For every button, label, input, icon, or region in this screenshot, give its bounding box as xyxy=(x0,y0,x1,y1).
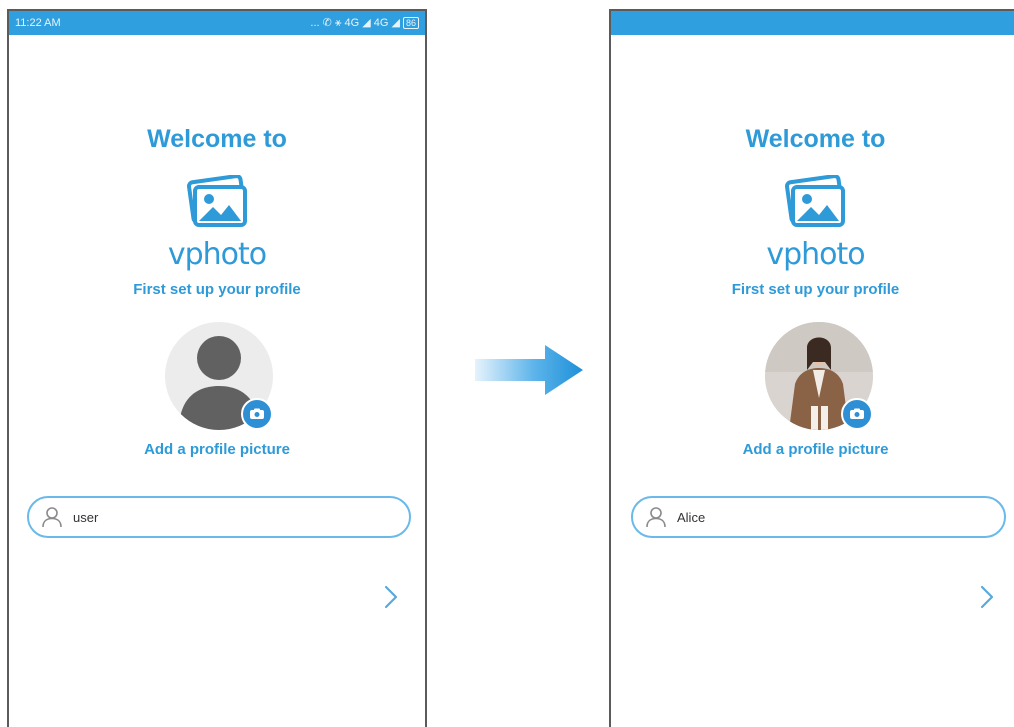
setup-subtitle: First set up your profile xyxy=(133,281,301,298)
avatar-placeholder[interactable] xyxy=(165,322,273,430)
next-button[interactable] xyxy=(381,583,401,611)
brand-wordmark: vphoto xyxy=(766,237,865,272)
chevron-right-icon xyxy=(980,585,994,609)
setup-subtitle: First set up your profile xyxy=(731,281,900,298)
camera-button[interactable] xyxy=(241,398,273,430)
status-bar xyxy=(611,11,1014,35)
brand-wordmark: vphoto xyxy=(167,237,267,272)
welcome-heading: Welcome to xyxy=(745,125,886,153)
status-icons: ... ✆ ⚹ 4G ◢ 4G ◢ 86 xyxy=(310,16,419,30)
camera-button[interactable] xyxy=(841,398,873,430)
user-icon xyxy=(42,507,62,528)
status-time: 11:22 AM xyxy=(15,17,61,29)
photos-logo-icon xyxy=(784,175,846,227)
welcome-heading: Welcome to xyxy=(147,125,287,153)
username-field[interactable] xyxy=(631,496,1006,538)
phone-screen-before: 11:22 AM ... ✆ ⚹ 4G ◢ 4G ◢ 86 Welcome to… xyxy=(7,9,427,727)
arrow-right-icon xyxy=(475,345,583,395)
phone-screen-after: Welcome to vphoto First set up your prof… xyxy=(609,9,1014,727)
status-bar: 11:22 AM ... ✆ ⚹ 4G ◢ 4G ◢ 86 xyxy=(9,11,425,35)
signal-indicators: ... ✆ ⚹ 4G ◢ 4G ◢ xyxy=(310,17,400,29)
add-profile-picture-link[interactable]: Add a profile picture xyxy=(9,441,425,458)
username-input[interactable] xyxy=(73,509,353,525)
username-field[interactable] xyxy=(27,496,411,538)
username-input[interactable] xyxy=(677,509,957,525)
avatar-photo[interactable] xyxy=(765,322,873,430)
chevron-right-icon xyxy=(384,585,398,609)
photos-logo-icon xyxy=(186,175,248,227)
next-button[interactable] xyxy=(977,583,997,611)
camera-icon xyxy=(850,408,864,419)
camera-icon xyxy=(250,408,264,419)
add-profile-picture-link[interactable]: Add a profile picture xyxy=(611,441,1014,458)
user-icon xyxy=(646,507,666,528)
battery-icon: 86 xyxy=(402,17,419,29)
